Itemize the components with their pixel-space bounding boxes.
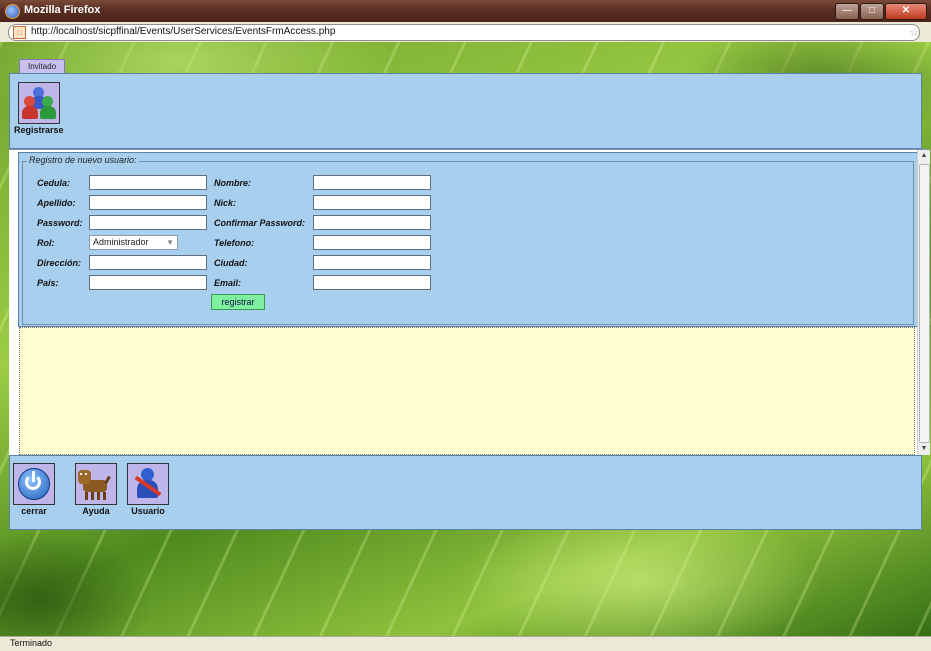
cedula-input[interactable] — [89, 175, 207, 190]
cerrar-tool[interactable]: cerrar — [13, 463, 55, 516]
window-controls: — □ ✕ — [834, 3, 927, 20]
user-settings-icon[interactable] — [127, 463, 169, 505]
status-bar: Terminado — [0, 636, 931, 651]
navigation-bar: □ http://localhost/sicpffinal/Events/Use… — [0, 22, 931, 43]
main-scroll-area: Registro de nuevo usuario: Cedula: Apell… — [9, 149, 930, 455]
vertical-scrollbar[interactable]: ▲ ▼ — [917, 150, 930, 455]
maximize-button[interactable]: □ — [860, 3, 884, 20]
tab-strip: Invitado — [19, 59, 66, 74]
rol-select[interactable]: Administrador ▼ — [89, 235, 178, 250]
label-rol: Rol: — [37, 238, 55, 248]
firefox-icon — [5, 4, 20, 19]
bottom-toolbar-panel: cerrar Ayuda Usuario — [9, 455, 922, 530]
label-password: Password: — [37, 218, 83, 228]
users-group-icon[interactable] — [17, 82, 60, 124]
top-toolbar-panel: Registrarse — [9, 73, 922, 149]
chevron-down-icon[interactable]: ▼ — [166, 236, 174, 249]
confirmar-password-input[interactable] — [313, 215, 431, 230]
site-favicon-icon: □ — [13, 26, 26, 39]
nick-input[interactable] — [313, 195, 431, 210]
bookmark-star-icon[interactable]: ☆ — [909, 26, 919, 39]
scroll-up-arrow-icon[interactable]: ▲ — [918, 150, 930, 162]
register-tool[interactable]: Registrarse — [14, 82, 64, 135]
label-direccion: Dirección: — [37, 258, 82, 268]
address-bar[interactable]: □ http://localhost/sicpffinal/Events/Use… — [8, 24, 920, 41]
registration-panel: Registro de nuevo usuario: Cedula: Apell… — [18, 152, 918, 327]
form-legend: Registro de nuevo usuario: — [27, 155, 139, 165]
email-input[interactable] — [313, 275, 431, 290]
message-area — [19, 327, 915, 455]
label-ciudad: Ciudad: — [214, 258, 248, 268]
label-nombre: Nombre: — [214, 178, 252, 188]
minimize-button[interactable]: — — [835, 3, 859, 20]
url-text[interactable]: http://localhost/sicpffinal/Events/UserS… — [31, 26, 335, 37]
telefono-input[interactable] — [313, 235, 431, 250]
usuario-tool[interactable]: Usuario — [127, 463, 169, 516]
scroll-down-arrow-icon[interactable]: ▼ — [918, 443, 930, 455]
label-telefono: Telefono: — [214, 238, 255, 248]
ayuda-tool[interactable]: Ayuda — [75, 463, 117, 516]
label-pais: Pais: — [37, 278, 59, 288]
rol-select-value: Administrador — [93, 237, 149, 247]
power-icon[interactable] — [13, 463, 55, 505]
cerrar-label[interactable]: cerrar — [13, 506, 55, 516]
usuario-label[interactable]: Usuario — [127, 506, 169, 516]
registrar-button[interactable]: registrar — [211, 294, 265, 310]
label-apellido: Apellido: — [37, 198, 76, 208]
register-label[interactable]: Registrarse — [14, 125, 64, 135]
scrollbar-thumb[interactable] — [919, 164, 930, 443]
dog-help-icon[interactable] — [75, 463, 117, 505]
tab-invitado[interactable]: Invitado — [19, 59, 66, 74]
page-viewport: Invitado Registrarse Registro de nuevo u… — [0, 42, 931, 636]
window-title: Mozilla Firefox — [24, 4, 101, 16]
nombre-input[interactable] — [313, 175, 431, 190]
ciudad-input[interactable] — [313, 255, 431, 270]
status-text: Terminado — [10, 638, 53, 648]
apellido-input[interactable] — [89, 195, 207, 210]
label-confirmar-password: Confirmar Password: — [214, 218, 306, 228]
label-nick: Nick: — [214, 198, 237, 208]
label-cedula: Cedula: — [37, 178, 71, 188]
label-email: Email: — [214, 278, 242, 288]
registration-fieldset: Registro de nuevo usuario: Cedula: Apell… — [22, 155, 914, 325]
pais-input[interactable] — [89, 275, 207, 290]
password-input[interactable] — [89, 215, 207, 230]
ayuda-label[interactable]: Ayuda — [75, 506, 117, 516]
close-window-button[interactable]: ✕ — [885, 3, 927, 20]
window-titlebar: Mozilla Firefox — □ ✕ — [0, 0, 931, 22]
direccion-input[interactable] — [89, 255, 207, 270]
